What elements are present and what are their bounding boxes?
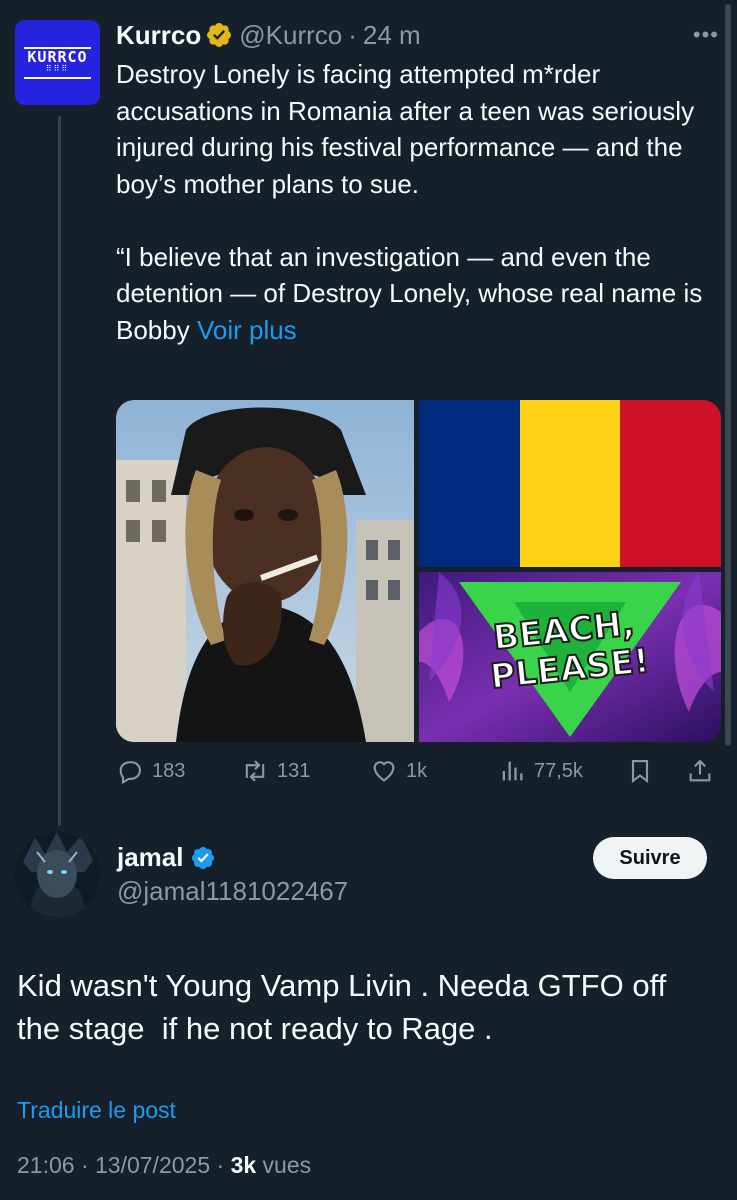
media-photo-artist[interactable] [116,400,414,742]
media-grid: BEACH, PLEASE! [116,400,721,742]
tweet2-line-1: Kid wasn't Young Vamp Livin . Needa GTFO… [17,968,667,1003]
repost-button[interactable]: 131 [241,757,310,785]
tweet1-paragraph-1: Destroy Lonely is facing attempted m*rde… [116,59,695,199]
reply-icon [119,761,141,785]
tweet1-actions: 183 131 1k 77,5k [116,755,721,791]
author-handle[interactable]: @jamal1181022467 [117,876,348,907]
heart-icon [373,761,395,782]
author-handle[interactable]: @Kurrco [239,20,342,51]
author-name[interactable]: Kurrco [116,20,201,51]
tweet1-text: Destroy Lonely is facing attempted m*rde… [116,56,721,348]
tweet1-paragraph-2: “I believe that an investigation — and e… [116,241,703,345]
media-right-column: BEACH, PLEASE! [419,400,721,742]
jamal-avatar-image [15,832,100,917]
views-count: 77,5k [534,759,583,782]
scrollbar[interactable] [725,4,731,746]
post-metadata: 21:06 · 13/07/2025 · 3k vues [17,1152,311,1179]
avatar-kurrco[interactable]: KURRCO ⠿⠿⠿ [15,20,100,105]
flag-stripe-blue [419,400,520,567]
media-beach-please-poster[interactable]: BEACH, PLEASE! [419,572,721,742]
share-button[interactable] [686,757,714,785]
repost-icon [245,760,265,782]
bookmark-icon [631,760,649,784]
reply-button[interactable]: 183 [116,757,185,785]
author-name[interactable]: jamal [117,842,184,873]
flag-stripe-red [620,400,721,567]
analytics-icon [502,761,523,781]
tweet2-line-2: the stage if he not ready to Rage . [17,1011,493,1046]
verified-gold-badge-icon [207,23,232,47]
tweet2-text: Kid wasn't Young Vamp Livin . Needa GTFO… [17,964,717,1050]
views-button[interactable]: 77,5k [498,757,583,785]
artist-photo-image [116,400,414,742]
repost-count: 131 [277,759,311,782]
tweet2-author: jamal [117,842,216,873]
follow-button[interactable]: Suivre [593,837,707,879]
thread-connector-line [58,116,61,826]
views-label: vues [256,1152,312,1178]
festival-poster-image: BEACH, PLEASE! [419,572,721,742]
post-time[interactable]: 24 m [363,20,421,51]
separator: · [348,19,357,50]
avatar-jamal[interactable] [15,832,100,917]
bookmark-button[interactable] [626,757,654,785]
kurrco-logo: KURRCO ⠿⠿⠿ [24,46,91,79]
tweet1-header: Kurrco @Kurrco · 24 m [116,18,421,52]
flag-stripe-yellow [519,400,621,567]
more-options-button[interactable]: ••• [693,22,719,48]
reply-count: 183 [152,759,186,782]
like-count: 1k [406,759,428,782]
translate-post-link[interactable]: Traduire le post [17,1097,176,1124]
views-count: 3k [230,1152,257,1178]
post-timestamp[interactable]: 21:06 · 13/07/2025 · [17,1152,231,1178]
see-more-link[interactable]: Voir plus [197,315,297,345]
share-icon [689,759,711,782]
ellipsis-icon: ••• [692,22,719,47]
media-romania-flag[interactable] [419,400,721,567]
verified-blue-badge-icon [191,846,214,869]
like-button[interactable]: 1k [370,757,427,785]
